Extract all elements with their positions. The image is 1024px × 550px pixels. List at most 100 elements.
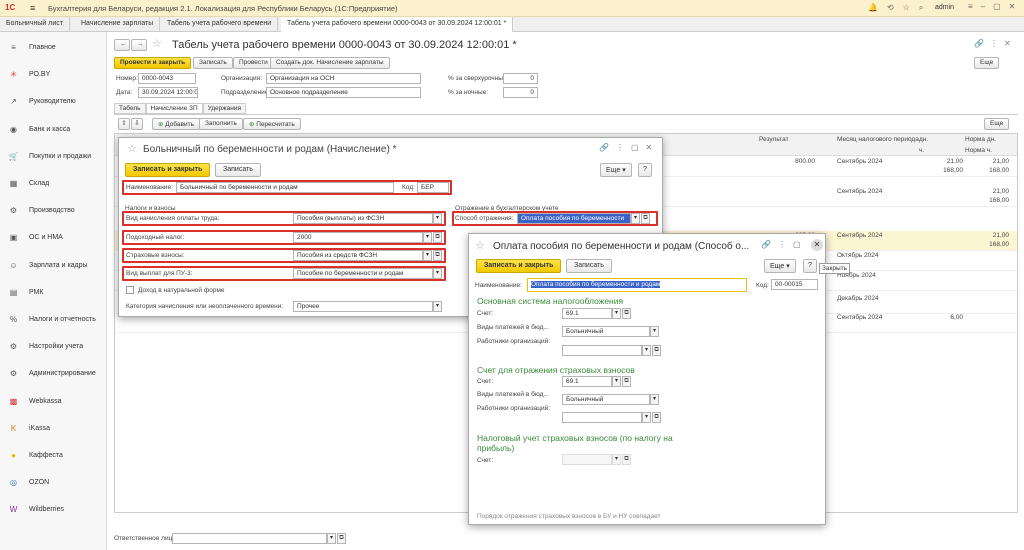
dlg1-save-close-button[interactable]: Записать и закрыть bbox=[125, 163, 211, 177]
pay-dropdown[interactable]: ▾ bbox=[650, 326, 659, 337]
back-button[interactable]: ← bbox=[114, 39, 130, 51]
dlg1-help-button[interactable]: ? bbox=[638, 163, 652, 177]
table-more-button[interactable]: Еще bbox=[984, 118, 1010, 130]
income-field[interactable]: 2000 bbox=[293, 232, 423, 243]
sidebar-item-8[interactable]: ☺ Зарплата и кадры bbox=[0, 252, 107, 279]
more-button[interactable]: Еще bbox=[974, 57, 1000, 69]
kind-field[interactable]: Пособия (выплаты) из ФСЗН bbox=[293, 213, 433, 224]
sidebar-item-12[interactable]: ⚙ Администрирование bbox=[0, 360, 107, 387]
tab-payroll[interactable]: Начисление зарплаты bbox=[75, 17, 161, 32]
dlg1-save-button[interactable]: Записать bbox=[215, 163, 261, 177]
sidebar-item-15[interactable]: ● Каффеста bbox=[0, 442, 107, 469]
responsible-field[interactable] bbox=[172, 533, 327, 544]
tab-timesheet[interactable]: Табель учета рабочего времени bbox=[161, 17, 279, 32]
fill-button[interactable]: Заполнить bbox=[199, 118, 243, 130]
favorite-star-icon[interactable]: ☆ bbox=[152, 37, 162, 50]
dlg1-window-icons[interactable]: 🔗⋮▢✕ bbox=[599, 143, 659, 152]
emp-field[interactable] bbox=[562, 345, 642, 356]
acc2-field[interactable]: 69.1 bbox=[562, 376, 612, 387]
recalc-button[interactable]: ⊕ Пересчитать bbox=[243, 118, 301, 130]
dlg2-more-button[interactable]: Еще ▾ bbox=[764, 259, 796, 273]
division-field[interactable]: Основное подразделение bbox=[266, 87, 421, 98]
pay-field[interactable]: Больничный bbox=[562, 326, 650, 337]
dlg2-close-icon[interactable]: ✕ bbox=[811, 239, 823, 251]
pu3-dropdown[interactable]: ▾ bbox=[433, 268, 442, 279]
create-payroll-button[interactable]: Создать док. Начисление зарплаты bbox=[270, 57, 390, 69]
acc2-open-icon[interactable]: ⧉ bbox=[622, 376, 631, 387]
emp-dropdown[interactable]: ▾ bbox=[642, 345, 651, 356]
natural-checkbox[interactable] bbox=[126, 286, 134, 294]
acc-field[interactable]: 69.1 bbox=[562, 308, 612, 319]
reflection-dropdown[interactable]: ▾ bbox=[631, 213, 640, 224]
reflection-field[interactable]: Оплата пособия по беременности bbox=[517, 213, 631, 224]
toolbar-icons[interactable]: 🔔⟲☆⌕ bbox=[868, 3, 932, 13]
dlg1-name-field[interactable]: Больничный по беременности и родам bbox=[176, 182, 394, 193]
emp-open-icon[interactable]: ⧉ bbox=[652, 345, 661, 356]
sidebar-item-10[interactable]: % Налоги и отчетность bbox=[0, 306, 107, 333]
number-field[interactable]: 0000-0043 bbox=[138, 73, 196, 84]
dlg2-window-icons[interactable]: 🔗⋮▢ bbox=[761, 240, 808, 249]
sidebar-item-1[interactable]: ✳ РО.BY bbox=[0, 61, 107, 88]
form-window-icons[interactable]: 🔗⋮✕ bbox=[974, 39, 1017, 48]
sidebar-item-4[interactable]: 🛒 Покупки и продажи bbox=[0, 143, 107, 170]
overtime-field[interactable]: 0 bbox=[503, 73, 538, 84]
sidebar-item-2[interactable]: ↗ Руководителю bbox=[0, 88, 107, 115]
category-field[interactable]: Прочее bbox=[293, 301, 433, 312]
sidebar-item-0[interactable]: ≡ Главное bbox=[0, 34, 107, 61]
ins-open-icon[interactable]: ⧉ bbox=[433, 250, 442, 261]
sidebar-item-13[interactable]: ▩ Webkassa bbox=[0, 388, 107, 415]
dlg2-save-button[interactable]: Записать bbox=[566, 259, 612, 273]
sidebar-item-11[interactable]: ⚙ Настройки учета bbox=[0, 333, 107, 360]
tab-sick-leave[interactable]: Больничный лист bbox=[0, 17, 70, 32]
save-button[interactable]: Записать bbox=[193, 57, 233, 69]
menu-icon[interactable]: ≡ bbox=[30, 3, 35, 13]
dlg2-code-field[interactable]: 00-00015 bbox=[771, 279, 818, 290]
sidebar-item-3[interactable]: ◉ Банк и касса bbox=[0, 116, 107, 143]
category-dropdown[interactable]: ▾ bbox=[433, 301, 442, 312]
sidebar-item-7[interactable]: ▣ ОС и НМА bbox=[0, 224, 107, 251]
responsible-open-icon[interactable]: ⧉ bbox=[337, 533, 346, 544]
sidebar-item-14[interactable]: KiKassa bbox=[0, 415, 107, 442]
move-up-button[interactable]: ⇧ bbox=[118, 118, 130, 130]
date-field[interactable]: 30.09.2024 12:00:01 bbox=[138, 87, 198, 98]
acc-open-icon[interactable]: ⧉ bbox=[622, 308, 631, 319]
emp2-open-icon[interactable]: ⧉ bbox=[652, 412, 661, 423]
org-field[interactable]: Организация на ОСН bbox=[266, 73, 421, 84]
forward-button[interactable]: → bbox=[131, 39, 147, 51]
ins-field[interactable]: Пособия из средств ФСЗН bbox=[293, 250, 423, 261]
acc3-dropdown[interactable]: ▾ bbox=[612, 454, 621, 465]
responsible-dropdown[interactable]: ▾ bbox=[327, 533, 336, 544]
sidebar-item-17[interactable]: W Wildberries bbox=[0, 496, 107, 523]
night-field[interactable]: 0 bbox=[503, 87, 538, 98]
dlg2-name-field[interactable]: Оплата пособия по беременности и родам bbox=[527, 278, 747, 292]
emp2-field[interactable] bbox=[562, 412, 642, 423]
add-button[interactable]: ⊕ Добавить bbox=[152, 118, 200, 130]
reflection-open-icon[interactable]: ⧉ bbox=[641, 213, 650, 224]
subtab-deductions[interactable]: Удержания bbox=[202, 103, 246, 114]
user-name[interactable]: admin bbox=[935, 4, 954, 11]
window-controls[interactable]: ≡–▢✕ bbox=[968, 2, 1023, 11]
pay2-field[interactable]: Больничный bbox=[562, 394, 650, 405]
sidebar-item-16[interactable]: ◎ OZON bbox=[0, 469, 107, 496]
income-open-icon[interactable]: ⧉ bbox=[433, 232, 442, 243]
ins-dropdown[interactable]: ▾ bbox=[423, 250, 432, 261]
subtab-payroll[interactable]: Начисление ЗП bbox=[145, 103, 203, 114]
post-and-close-button[interactable]: Провести и закрыть bbox=[114, 57, 192, 69]
subtab-timesheet[interactable]: Табель bbox=[114, 103, 146, 114]
sidebar-item-9[interactable]: ▤ РМК bbox=[0, 279, 107, 306]
dlg2-star-icon[interactable]: ☆ bbox=[475, 239, 485, 252]
pu3-field[interactable]: Пособие по беременности и родам bbox=[293, 268, 433, 279]
dlg2-help-button[interactable]: ? bbox=[803, 259, 817, 273]
kind-dropdown[interactable]: ▾ bbox=[433, 213, 442, 224]
pay2-dropdown[interactable]: ▾ bbox=[650, 394, 659, 405]
dlg1-code-field[interactable]: БЕР bbox=[417, 182, 449, 193]
move-down-button[interactable]: ⇩ bbox=[131, 118, 143, 130]
sidebar-item-5[interactable]: ▦ Склад bbox=[0, 170, 107, 197]
acc3-field[interactable] bbox=[562, 454, 612, 465]
post-button[interactable]: Провести bbox=[233, 57, 274, 69]
acc-dropdown[interactable]: ▾ bbox=[612, 308, 621, 319]
sidebar-item-6[interactable]: ⚙ Производство bbox=[0, 197, 107, 224]
dlg1-star-icon[interactable]: ☆ bbox=[127, 142, 137, 155]
dlg1-more-button[interactable]: Еще ▾ bbox=[600, 163, 632, 177]
dlg2-save-close-button[interactable]: Записать и закрыть bbox=[476, 259, 562, 273]
